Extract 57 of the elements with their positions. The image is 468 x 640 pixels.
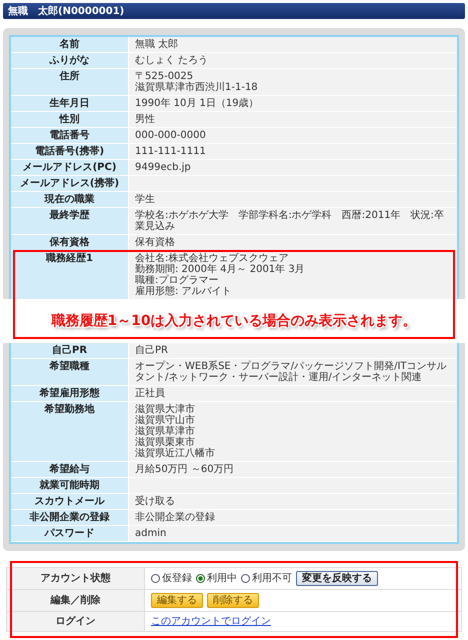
page-title: 無職 太郎(N0000001): [8, 4, 124, 18]
field-value: 1990年 10月 1日（19歳）: [129, 96, 457, 111]
field-value: 滋賀県大津市 滋賀県守山市 滋賀県草津市 滋賀県栗東市 滋賀県近江八幡市: [129, 402, 457, 461]
field-value: 受け取る: [129, 494, 457, 509]
radio-label[interactable]: 利用中: [207, 573, 237, 584]
field-value: むしょく たろう: [129, 53, 457, 68]
field-value: 保有資格: [129, 235, 457, 250]
login-link[interactable]: このアカウントでログイン: [151, 616, 271, 627]
field-label: アカウント状態: [7, 568, 145, 589]
field-value: 9499ecb.jp: [129, 160, 457, 175]
field-value: 非公開企業の登録: [129, 510, 457, 525]
radio-label[interactable]: 利用不可: [252, 573, 292, 584]
field-value: 正社員: [129, 386, 457, 401]
field-value: オープン・WEB系SE・プログラマ/パッケージソフト開発/ITコンサルタント/ネットワーク・サーバー設計・運用/インターネット関連: [129, 359, 457, 385]
field-value: 会社名:株式会社ウェブスクウェア 勤務期間: 2000年 4月～ 2001年 3月 職種:プログラマー 雇用形態: アルバイト: [129, 251, 457, 299]
field-label: 希望給与: [11, 462, 129, 477]
field-label: 電話番号(携帯): [11, 144, 129, 159]
radio-button[interactable]: [196, 574, 205, 583]
field-label: 自己PR: [11, 343, 129, 358]
field-label: 最終学歴: [11, 208, 129, 234]
field-value: 自己PR: [129, 343, 457, 358]
field-value: 学校名:ホゲホゲ大学 学部学科名:ホゲ学科 西暦:2011年 状況:卒業見込み: [129, 208, 457, 234]
field-label: 希望雇用形態: [11, 386, 129, 401]
field-label: 編集／削除: [7, 590, 145, 611]
field-label: 希望勤務地: [11, 402, 129, 461]
field-value: 月給50万円 ～60万円: [129, 462, 457, 477]
edit-button[interactable]: 編集する: [151, 593, 203, 608]
field-label: 非公開企業の登録: [11, 510, 129, 525]
field-value: 〒525-0025 滋賀県草津市西渋川1-1-18: [129, 69, 457, 95]
field-value: 男性: [129, 112, 457, 127]
field-label: 性別: [11, 112, 129, 127]
apply-button[interactable]: 変更を反映する: [296, 571, 378, 586]
field-label: 名前: [11, 37, 129, 52]
field-label: パスワード: [11, 526, 129, 541]
field-label: スカウトメール: [11, 494, 129, 509]
field-label: メールアドレス(携帯): [11, 176, 129, 191]
field-label: 就業可能時期: [11, 478, 129, 493]
field-label: ふりがな: [11, 53, 129, 68]
field-label: 生年月日: [11, 96, 129, 111]
field-value: admin: [129, 526, 457, 541]
field-label: 住所: [11, 69, 129, 95]
radio-button[interactable]: [241, 574, 250, 583]
field-label: 職務経歴1: [11, 251, 129, 299]
field-label: 保有資格: [11, 235, 129, 250]
field-value: 学生: [129, 192, 457, 207]
radio-label[interactable]: 仮登録: [162, 573, 192, 584]
field-label: メールアドレス(PC): [11, 160, 129, 175]
field-value: 000-000-0000: [129, 128, 457, 143]
field-value: 無職 太郎: [129, 37, 457, 52]
field-label: 電話番号: [11, 128, 129, 143]
delete-button[interactable]: 削除する: [207, 593, 259, 608]
field-label: 希望職種: [11, 359, 129, 385]
annotation-text: 職務履歴1～10は入力されている場合のみ表示されます。: [51, 312, 417, 330]
field-value: 111-111-1111: [129, 144, 457, 159]
radio-button[interactable]: [151, 574, 160, 583]
field-label: ログイン: [7, 612, 145, 631]
field-label: 現在の職業: [11, 192, 129, 207]
